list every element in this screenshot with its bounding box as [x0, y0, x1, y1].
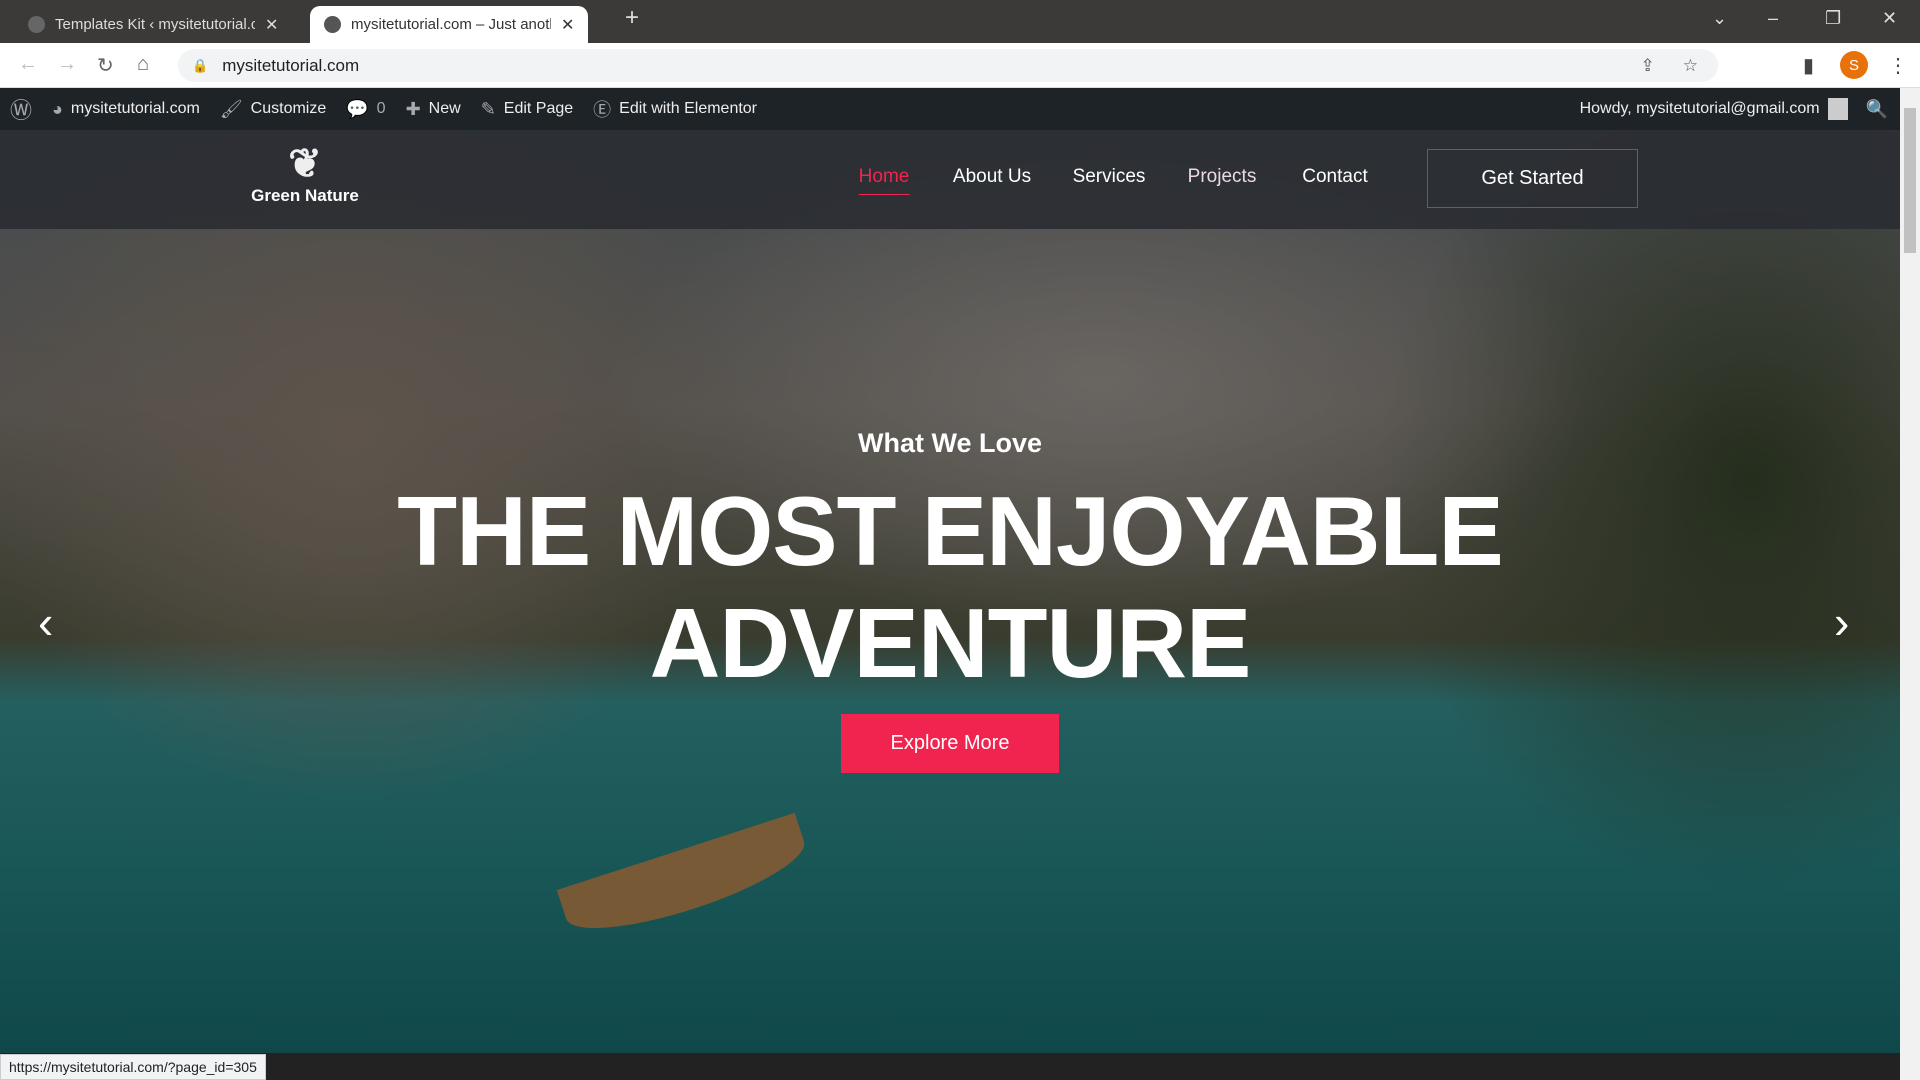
- status-bar-url: https://mysitetutorial.com/?page_id=305: [0, 1054, 266, 1080]
- dashboard-icon: ◕: [52, 98, 63, 119]
- search-icon[interactable]: 🔍: [1866, 99, 1888, 120]
- close-tab-icon[interactable]: ✕: [265, 15, 278, 35]
- url-text: mysitetutorial.com: [222, 55, 360, 75]
- tab-title: mysitetutorial.com – Just another: [351, 16, 551, 33]
- home-icon[interactable]: ⌂: [137, 53, 149, 76]
- wp-admin-bar: Ⓦ ◕ mysitetutorial.com 🖌 Customize 💬 0 ✚ New…: [0, 88, 1900, 130]
- logo-text: Green Nature: [251, 186, 359, 205]
- admin-customize[interactable]: 🖌 Customize: [220, 99, 326, 120]
- scrollbar-thumb[interactable]: [1904, 108, 1916, 253]
- comment-icon: 💬: [346, 98, 369, 119]
- menu-contact[interactable]: Contact: [1302, 166, 1367, 188]
- close-window-icon[interactable]: ✕: [1882, 8, 1897, 29]
- back-icon[interactable]: ←: [18, 53, 38, 76]
- hero-heading-line1: THE MOST ENJOYABLE: [397, 476, 1504, 586]
- explore-more-button[interactable]: Explore More: [841, 714, 1059, 773]
- admin-account[interactable]: Howdy, mysitetutorial@gmail.com: [1580, 98, 1848, 120]
- next-slide-arrow-icon[interactable]: ›: [1834, 595, 1849, 649]
- menu-home[interactable]: Home: [858, 166, 910, 195]
- minimize-icon[interactable]: –: [1768, 8, 1778, 29]
- get-started-button[interactable]: Get Started: [1427, 149, 1638, 208]
- page-scrollbar[interactable]: [1900, 88, 1920, 1080]
- hero-kicker: What We Love: [857, 428, 1043, 458]
- restore-icon[interactable]: ❐: [1825, 8, 1841, 29]
- site-label: mysitetutorial.com: [70, 100, 200, 117]
- admin-edit-page[interactable]: ✎ Edit Page: [481, 99, 573, 120]
- menu-about-us[interactable]: About Us: [953, 166, 1031, 188]
- rowboat-image: [556, 812, 814, 948]
- comment-count: 0: [376, 100, 386, 117]
- hero-heading-line2: ADVENTURE: [649, 588, 1252, 698]
- menu-services[interactable]: Services: [1073, 166, 1146, 188]
- leaf-logo-icon: ❦: [288, 142, 322, 186]
- admin-site-link[interactable]: ◕ mysitetutorial.com: [52, 99, 200, 120]
- new-tab-icon[interactable]: +: [625, 4, 639, 32]
- edit-page-label: Edit Page: [503, 100, 574, 117]
- globe-icon: [28, 16, 45, 33]
- admin-new[interactable]: ✚ New: [406, 99, 461, 120]
- customize-label: Customize: [250, 100, 327, 117]
- tab-search-icon[interactable]: ⌄: [1712, 8, 1727, 29]
- user-avatar-icon: [1827, 98, 1848, 120]
- tab-bar: Templates Kit ‹ mysitetutorial.com ✕ mys…: [0, 0, 1920, 43]
- bookmark-star-icon[interactable]: ☆: [1683, 56, 1698, 76]
- brush-icon: 🖌: [219, 98, 243, 119]
- tab-title: Templates Kit ‹ mysitetutorial.com: [55, 16, 255, 33]
- elementor-icon: Ⓔ: [593, 100, 612, 120]
- site-header: ❦ Green Nature Home About Us Services Pr…: [0, 130, 1900, 229]
- close-tab-icon[interactable]: ✕: [561, 15, 574, 35]
- hero-slider: ❦ Green Nature Home About Us Services Pr…: [0, 130, 1900, 1053]
- hero-heading: THE MOST ENJOYABLE ADVENTURE: [0, 475, 1900, 699]
- menu-icon[interactable]: ⋮: [1888, 53, 1908, 78]
- url-input[interactable]: 🔒 mysitetutorial.com ⇪ ☆: [178, 49, 1718, 82]
- globe-icon: [324, 16, 341, 33]
- profile-avatar[interactable]: S: [1840, 51, 1868, 79]
- elementor-label: Edit with Elementor: [619, 100, 758, 117]
- pencil-icon: ✎: [480, 98, 496, 119]
- lock-icon: 🔒: [192, 57, 209, 73]
- admin-comments[interactable]: 💬 0: [346, 99, 385, 120]
- plus-icon: ✚: [405, 98, 421, 119]
- new-label: New: [428, 100, 461, 117]
- forward-icon[interactable]: →: [57, 53, 77, 76]
- admin-elementor[interactable]: Ⓔ Edit with Elementor: [593, 96, 757, 122]
- tab-templates-kit[interactable]: Templates Kit ‹ mysitetutorial.com ✕: [14, 6, 292, 43]
- wordpress-logo-icon[interactable]: Ⓦ: [10, 93, 32, 125]
- site-logo[interactable]: ❦ Green Nature: [245, 142, 365, 206]
- reload-icon[interactable]: ↻: [97, 53, 114, 78]
- share-icon[interactable]: ⇪: [1641, 56, 1655, 76]
- prev-slide-arrow-icon[interactable]: ‹: [38, 595, 53, 649]
- side-panel-icon[interactable]: ▮: [1803, 53, 1814, 78]
- tab-mysitetutorial[interactable]: mysitetutorial.com – Just another ✕: [310, 6, 589, 43]
- howdy-label: Howdy, mysitetutorial@gmail.com: [1579, 100, 1820, 117]
- address-bar: ← → ↻ ⌂ 🔒 mysitetutorial.com ⇪ ☆ ▮ S ⋮: [0, 43, 1920, 88]
- menu-projects[interactable]: Projects: [1188, 166, 1257, 188]
